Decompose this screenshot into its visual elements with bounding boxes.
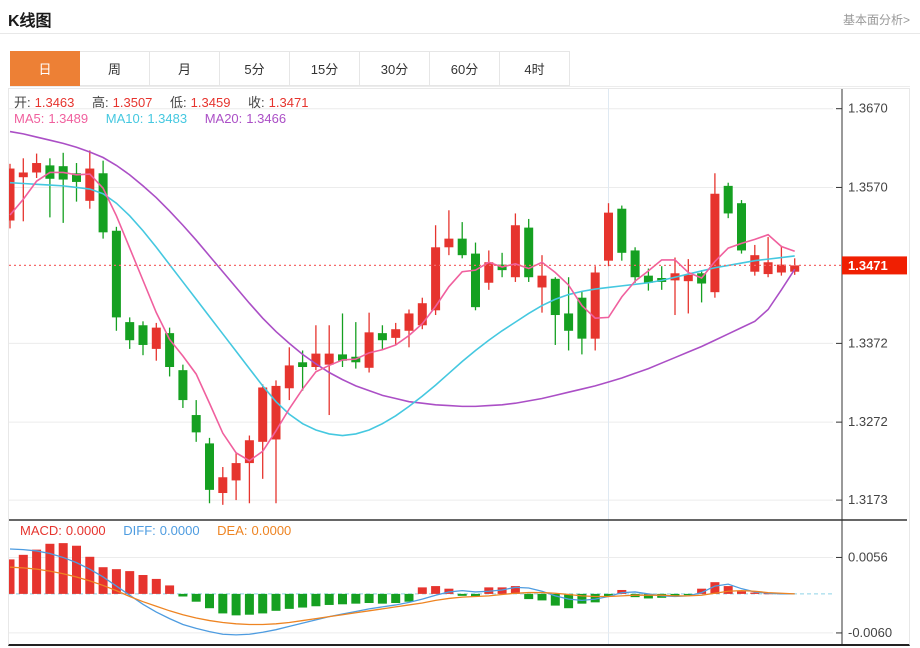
- macd-legend-bar: MACD: 0.0000 DIFF: 0.0000 DEA: 0.0000: [20, 523, 295, 538]
- open-label: 开:: [14, 95, 31, 110]
- ma20-value: 1.3466: [246, 111, 287, 126]
- high-value: 1.3507: [112, 95, 153, 110]
- svg-text:1.3372: 1.3372: [848, 335, 888, 350]
- svg-text:-0.0060: -0.0060: [848, 625, 892, 640]
- current-price-tag-text: 1.3471: [848, 258, 888, 273]
- ohlc-info-bar: 开: 1.3463 高: 1.3507 低: 1.3459 收: 1.3471: [14, 92, 312, 111]
- open-value: 1.3463: [34, 95, 75, 110]
- low-value: 1.3459: [190, 95, 231, 110]
- chart-panel: 1.3670 1.3570 1.3372 1.3272 1.3173 0.0056 -0.0…: [8, 88, 910, 646]
- macd-label: MACD:: [20, 523, 62, 538]
- ma20-label: MA20:: [204, 111, 243, 126]
- dea-label: DEA:: [217, 523, 248, 538]
- svg-text:1.3670: 1.3670: [848, 101, 888, 116]
- tab-15min[interactable]: 15分: [290, 51, 360, 86]
- close-label: 收:: [248, 95, 265, 110]
- svg-text:1.3173: 1.3173: [848, 492, 888, 507]
- high-label: 高:: [92, 95, 109, 110]
- svg-text:1.3272: 1.3272: [848, 414, 888, 429]
- ma10-label: MA10:: [105, 111, 144, 126]
- period-tabbar: 日 周 月 5分 15分 30分 60分 4时: [10, 51, 910, 87]
- diff-value: 0.0000: [159, 523, 200, 538]
- dea-value: 0.0000: [251, 523, 292, 538]
- svg-text:0.0056: 0.0056: [848, 549, 888, 564]
- ma5-value: 1.3489: [48, 111, 89, 126]
- diff-label: DIFF:: [123, 523, 156, 538]
- tab-month[interactable]: 月: [150, 51, 220, 86]
- svg-text:1.3570: 1.3570: [848, 179, 888, 194]
- tab-5min[interactable]: 5分: [220, 51, 290, 86]
- tab-60min[interactable]: 60分: [430, 51, 500, 86]
- ma-legend-bar: MA5: 1.3489 MA10: 1.3483 MA20: 1.3466: [14, 111, 290, 126]
- tab-30min[interactable]: 30分: [360, 51, 430, 86]
- tab-week[interactable]: 周: [80, 51, 150, 86]
- macd-value: 0.0000: [65, 523, 106, 538]
- close-value: 1.3471: [268, 95, 309, 110]
- ma5-label: MA5:: [14, 111, 45, 126]
- header-divider: [0, 33, 920, 34]
- page-title: K线图: [8, 13, 52, 30]
- chart-canvas[interactable]: 1.3670 1.3570 1.3372 1.3272 1.3173 0.0056 -0.0…: [9, 89, 907, 644]
- fundamental-analysis-link[interactable]: 基本面分析>: [843, 11, 910, 28]
- tab-4hour[interactable]: 4时: [500, 51, 570, 86]
- ma10-value: 1.3483: [147, 111, 188, 126]
- low-label: 低:: [170, 95, 187, 110]
- tab-day[interactable]: 日: [10, 51, 80, 86]
